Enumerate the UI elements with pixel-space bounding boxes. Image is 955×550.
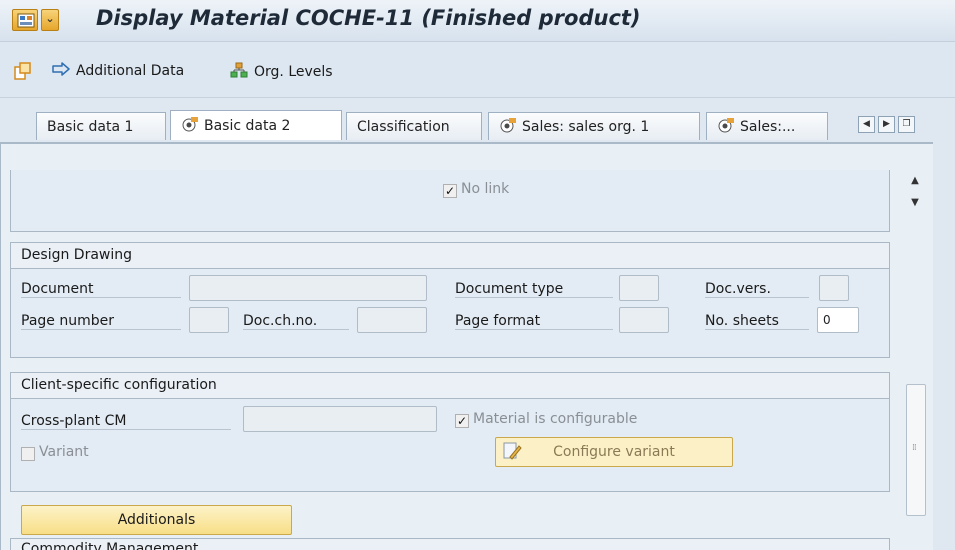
material-configurable-checkbox[interactable]: ✓ — [455, 414, 469, 428]
status-icon — [181, 116, 199, 136]
doc-vers-label: Doc.vers. — [705, 281, 809, 298]
application-toolbar: Additional Data Org. Levels — [0, 42, 955, 98]
configure-variant-button[interactable]: Configure variant — [495, 437, 733, 467]
client-config-group: Client-specific configuration Cross-plan… — [10, 372, 890, 492]
page-format-field[interactable] — [619, 307, 669, 333]
page-number-field[interactable] — [189, 307, 229, 333]
page-number-label: Page number — [21, 313, 181, 330]
status-icon — [717, 117, 735, 137]
additional-data-label: Additional Data — [76, 63, 185, 79]
scroll-down-icon[interactable]: ▼ — [908, 198, 922, 208]
document-type-label: Document type — [455, 281, 613, 298]
tab-label: Sales: sales org. 1 — [522, 118, 650, 135]
tab-list-button[interactable]: ❐ — [898, 116, 915, 133]
design-drawing-group: Design Drawing Document Document type Do… — [10, 242, 890, 358]
doc-vers-field[interactable] — [819, 275, 849, 301]
tab-label: Basic data 1 — [47, 118, 134, 135]
cross-plant-cm-label: Cross-plant CM — [21, 413, 231, 430]
design-drawing-title: Design Drawing — [11, 243, 889, 269]
commodity-management-title: Commodity Management — [11, 539, 889, 550]
doc-ch-no-label: Doc.ch.no. — [243, 313, 349, 330]
title-bar: ⌄ Display Material COCHE-11 (Finished pr… — [0, 0, 955, 42]
status-icon — [499, 117, 517, 137]
menu-glyph-icon — [17, 13, 35, 28]
variant-label: Variant — [39, 444, 89, 460]
document-field[interactable] — [189, 275, 427, 301]
grip-icon: ⁞⁞ — [912, 443, 917, 453]
vertical-scrollbar[interactable]: ▲ ▼ ⁞⁞ — [900, 170, 932, 550]
tab-scroll-left-button[interactable]: ◀ — [858, 116, 875, 133]
scroll-up-icon[interactable]: ▲ — [908, 176, 922, 186]
additionals-button[interactable]: Additionals — [21, 505, 292, 535]
org-hierarchy-icon — [230, 62, 248, 82]
tab-sales-org-1[interactable]: Sales: sales org. 1 — [488, 112, 700, 140]
material-configurable-label: Material is configurable — [473, 411, 638, 427]
variant-checkbox[interactable] — [21, 447, 35, 461]
additional-data-button[interactable]: Additional Data — [52, 62, 184, 80]
page-title: Display Material COCHE-11 (Finished prod… — [96, 6, 641, 30]
other-material-button[interactable] — [14, 62, 38, 84]
doc-ch-no-field[interactable] — [357, 307, 427, 333]
link-section: ✓ No link — [10, 170, 890, 232]
scrollbar-thumb[interactable]: ⁞⁞ — [906, 384, 926, 516]
no-link-checkbox[interactable]: ✓ — [443, 184, 457, 198]
tab-sales-more[interactable]: Sales:... — [706, 112, 828, 140]
no-sheets-field[interactable]: 0 — [817, 307, 859, 333]
no-link-label: No link — [461, 181, 510, 197]
configure-variant-label: Configure variant — [553, 444, 675, 460]
document-label: Document — [21, 281, 181, 298]
org-levels-label: Org. Levels — [254, 64, 333, 80]
tab-classification[interactable]: Classification — [346, 112, 482, 140]
tab-label: Classification — [357, 118, 450, 135]
client-config-title: Client-specific configuration — [11, 373, 889, 399]
switch-material-icon — [14, 62, 32, 84]
configure-icon — [502, 441, 522, 471]
menu-dropdown-button[interactable]: ⌄ — [41, 9, 59, 31]
tab-label: Basic data 2 — [204, 117, 291, 134]
page-format-label: Page format — [455, 313, 613, 330]
tab-strip: Basic data 1 Basic data 2 Classification… — [0, 98, 955, 142]
tab-basic-data-2[interactable]: Basic data 2 — [170, 110, 342, 140]
tab-scroll-right-button[interactable]: ▶ — [878, 116, 895, 133]
menu-icon[interactable] — [12, 9, 38, 31]
tab-basic-data-1[interactable]: Basic data 1 — [36, 112, 166, 140]
right-arrow-icon — [52, 62, 70, 80]
no-sheets-label: No. sheets — [705, 313, 809, 330]
cross-plant-cm-field[interactable] — [243, 406, 437, 432]
commodity-management-group: Commodity Management — [10, 538, 890, 550]
org-levels-button[interactable]: Org. Levels — [230, 62, 333, 82]
tab-label: Sales:... — [740, 118, 796, 135]
document-type-field[interactable] — [619, 275, 659, 301]
